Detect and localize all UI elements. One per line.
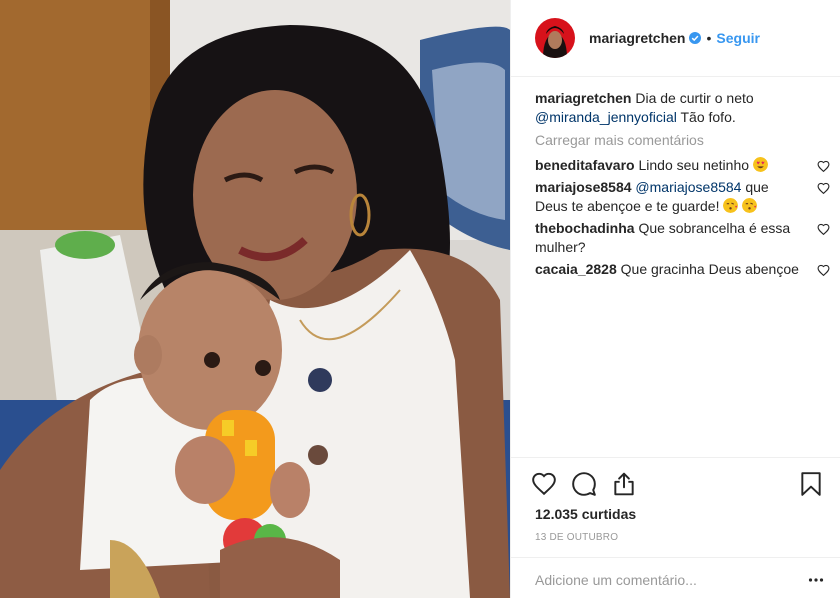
- comment-username[interactable]: beneditafavaro: [535, 157, 635, 173]
- caption-text: Dia de curtir o neto: [635, 90, 754, 106]
- instagram-post: mariagretchen • Seguir mariagretchen Dia…: [0, 0, 840, 598]
- comment-mention[interactable]: @mariajose8584: [635, 179, 741, 195]
- add-comment-bar: [511, 557, 840, 598]
- comment-item: beneditafavaro Lindo seu netinho: [535, 156, 830, 175]
- bookmark-icon[interactable]: [798, 471, 824, 497]
- post-date[interactable]: 13 de outubro: [511, 532, 840, 543]
- author-avatar[interactable]: [535, 18, 575, 58]
- post-actions: 12.035 curtidas 13 de outubro: [511, 457, 840, 598]
- caption-mention[interactable]: @miranda_jennyoficial: [535, 109, 677, 125]
- comment-item: cacaia_2828 Que gracinha Deus abençoe: [535, 260, 830, 279]
- comment-username[interactable]: cacaia_2828: [535, 261, 617, 277]
- post-sidebar: mariagretchen • Seguir mariagretchen Dia…: [510, 0, 840, 598]
- action-icons: [511, 458, 840, 502]
- comment-text: Lindo seu netinho: [638, 157, 750, 173]
- more-options-icon[interactable]: [808, 572, 824, 588]
- kiss-emoji-icon: [723, 198, 739, 213]
- caption: mariagretchen Dia de curtir o neto @mira…: [535, 89, 824, 127]
- header-separator: •: [706, 30, 712, 46]
- share-icon[interactable]: [611, 471, 637, 497]
- comments-list: mariagretchen Dia de curtir o neto @mira…: [511, 77, 840, 457]
- like-comment-heart-icon[interactable]: [817, 182, 830, 195]
- heart-eyes-emoji-icon: [752, 157, 768, 172]
- like-comment-heart-icon[interactable]: [817, 223, 830, 236]
- comment-icon[interactable]: [571, 471, 597, 497]
- like-comment-heart-icon[interactable]: [817, 160, 830, 173]
- comment-username[interactable]: mariajose8584: [535, 179, 632, 195]
- post-header: mariagretchen • Seguir: [511, 0, 840, 77]
- likes-count[interactable]: 12.035 curtidas: [511, 506, 840, 522]
- comment-item: thebochadinha Que sobrancelha é essa mul…: [535, 219, 830, 257]
- comment-username[interactable]: thebochadinha: [535, 220, 635, 236]
- avatar-image: [535, 18, 575, 58]
- post-image: [0, 0, 510, 598]
- comment-text: Que gracinha Deus abençoe: [620, 261, 799, 277]
- caption-text-end: Tão fofo.: [680, 109, 736, 125]
- verified-badge-icon: [689, 32, 702, 44]
- author-username[interactable]: mariagretchen: [589, 30, 685, 46]
- comment-input[interactable]: [535, 571, 808, 588]
- follow-button[interactable]: Seguir: [716, 30, 760, 46]
- post-photo[interactable]: [0, 0, 510, 598]
- heart-icon[interactable]: [531, 471, 557, 497]
- kiss-emoji-icon: [742, 198, 758, 213]
- load-more-comments[interactable]: Carregar mais comentários: [535, 132, 824, 148]
- caption-username[interactable]: mariagretchen: [535, 90, 631, 106]
- like-comment-heart-icon[interactable]: [817, 264, 830, 277]
- comment-item: mariajose8584 @mariajose8584 que Deus te…: [535, 178, 830, 216]
